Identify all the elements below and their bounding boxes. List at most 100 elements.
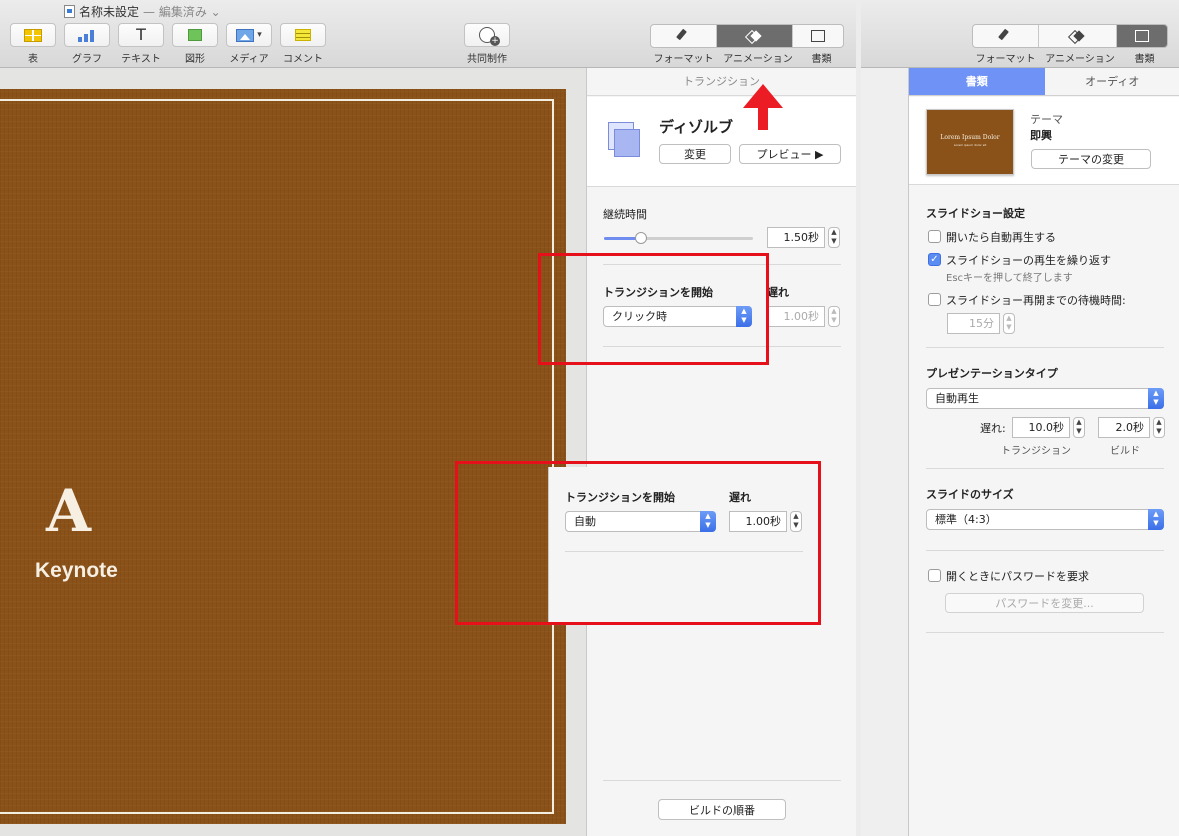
transition-caption: トランジション bbox=[1001, 446, 1071, 457]
slideshow-settings-label: スライドショー設定 bbox=[926, 207, 1025, 220]
chevron-down-icon: ▾ bbox=[257, 30, 262, 40]
animate-tab[interactable] bbox=[717, 25, 793, 47]
divider bbox=[926, 347, 1164, 348]
build-order-button[interactable]: ビルドの順番 bbox=[658, 799, 786, 820]
change-password-button[interactable]: パスワードを変更... bbox=[945, 593, 1144, 613]
inspector-header: トランジション bbox=[587, 68, 856, 96]
document-tab[interactable] bbox=[1116, 25, 1167, 47]
slide-size-value: 標準（4:3） bbox=[935, 513, 997, 526]
window-title: 名称未設定 — 編集済み ⌄ bbox=[64, 3, 221, 20]
comment-button[interactable] bbox=[280, 23, 326, 47]
chart-icon bbox=[78, 29, 96, 42]
document-tab[interactable] bbox=[793, 25, 843, 47]
animate-tab-label: アニメーション bbox=[1045, 54, 1115, 65]
format-tab-label: フォーマット bbox=[653, 54, 714, 65]
divider bbox=[926, 468, 1164, 469]
delay-field[interactable]: 1.00秒 bbox=[767, 306, 825, 327]
tab-audio[interactable]: オーディオ bbox=[1045, 68, 1179, 95]
loop-checkbox[interactable]: ✓ bbox=[928, 253, 941, 266]
keynote-window-left: 名称未設定 — 編集済み ⌄ 表 グラフ T テキスト 図形 ▾ メディア コメ… bbox=[0, 0, 856, 836]
document-view-icon bbox=[1134, 30, 1149, 42]
theme-block: Lorem Ipsum Dolor Lorem ipsum dolor sit … bbox=[909, 97, 1179, 185]
inspector-segmented-control bbox=[650, 24, 844, 48]
duration-slider[interactable] bbox=[604, 232, 753, 244]
text-button[interactable]: T bbox=[118, 23, 164, 47]
comment-icon bbox=[295, 29, 311, 41]
media-icon bbox=[236, 28, 255, 42]
edited-status[interactable]: — 編集済み ⌄ bbox=[143, 3, 221, 20]
format-tab[interactable] bbox=[651, 25, 718, 47]
document-name: 名称未設定 bbox=[79, 5, 140, 19]
animate-tab[interactable] bbox=[1039, 25, 1117, 47]
presentation-type-popup[interactable]: 自動再生 ▲ ▼ bbox=[926, 388, 1164, 409]
preview-button[interactable]: プレビュー ▶ bbox=[739, 144, 841, 164]
document-inspector: 書類 オーディオ Lorem Ipsum Dolor Lorem ipsum d… bbox=[908, 68, 1179, 836]
transition-delay-field[interactable]: 10.0秒 bbox=[1012, 417, 1070, 438]
password-checkbox[interactable] bbox=[928, 569, 941, 582]
collaborate-icon bbox=[479, 27, 500, 46]
slide-subtitle[interactable]: Keynote bbox=[35, 559, 118, 583]
popup-arrows-icon: ▲ ▼ bbox=[1148, 388, 1164, 409]
idle-restart-checkbox[interactable] bbox=[928, 293, 941, 306]
duration-field[interactable]: 1.50秒 bbox=[767, 227, 825, 248]
document-tab-label: 書類 bbox=[811, 54, 832, 65]
slide-size-popup[interactable]: 標準（4:3） ▲ ▼ bbox=[926, 509, 1164, 530]
slide-size-label: スライドのサイズ bbox=[926, 488, 1014, 501]
build-delay-stepper[interactable]: ▲ ▼ bbox=[1153, 417, 1165, 438]
document-icon bbox=[64, 5, 75, 18]
transition-delay-stepper[interactable]: ▲ ▼ bbox=[1073, 417, 1085, 438]
slide-frame-border bbox=[0, 99, 554, 814]
table-icon bbox=[24, 28, 42, 42]
transition-inspector: トランジション ディゾルブ 変更 プレビュー ▶ 継続時間 1.50秒 ▲ ▼ ト… bbox=[586, 68, 856, 836]
animate-icon bbox=[747, 29, 761, 43]
comment-label: コメント bbox=[283, 54, 323, 65]
paintbrush-icon bbox=[677, 29, 691, 43]
duration-stepper[interactable]: ▲ ▼ bbox=[828, 227, 840, 248]
text-icon: T bbox=[136, 25, 146, 44]
autoplay-label: 開いたら自動再生する bbox=[946, 231, 1056, 244]
highlight-box-auto bbox=[455, 461, 821, 625]
chart-button[interactable] bbox=[64, 23, 110, 47]
transition-effect-block: ディゾルブ 変更 プレビュー ▶ bbox=[587, 97, 856, 187]
idle-time-field[interactable]: 15分 bbox=[947, 313, 1000, 334]
document-tabs: 書類 オーディオ bbox=[909, 68, 1179, 96]
presentation-type-value: 自動再生 bbox=[935, 392, 979, 405]
idle-time-stepper[interactable]: ▲ ▼ bbox=[1003, 313, 1015, 334]
format-tab[interactable] bbox=[973, 25, 1040, 47]
password-label: 開くときにパスワードを要求 bbox=[946, 570, 1089, 583]
build-delay-field[interactable]: 2.0秒 bbox=[1098, 417, 1150, 438]
shape-button[interactable] bbox=[172, 23, 218, 47]
change-theme-button[interactable]: テーマの変更 bbox=[1031, 149, 1151, 169]
loop-label: スライドショーの再生を繰り返す bbox=[946, 254, 1111, 267]
collaborate-button[interactable] bbox=[464, 23, 510, 47]
change-transition-button[interactable]: 変更 bbox=[659, 144, 731, 164]
delay-colon-label: 遅れ: bbox=[980, 422, 1006, 435]
delay-stepper[interactable]: ▲ ▼ bbox=[828, 306, 840, 327]
theme-thumbnail-title: Lorem Ipsum Dolor bbox=[940, 134, 1000, 141]
slide-canvas: A Keynote bbox=[0, 68, 586, 836]
idle-restart-label: スライドショー再開までの待機時間: bbox=[946, 294, 1126, 307]
format-tab-label: フォーマット bbox=[975, 54, 1036, 65]
table-button[interactable] bbox=[10, 23, 56, 47]
right-inspector-segmented-control bbox=[972, 24, 1168, 48]
animate-tab-label: アニメーション bbox=[723, 54, 793, 65]
slide-title-letter[interactable]: A bbox=[46, 477, 91, 545]
shape-icon bbox=[188, 29, 202, 41]
duration-slider-knob[interactable] bbox=[635, 232, 648, 244]
tab-document[interactable]: 書類 bbox=[909, 68, 1045, 95]
autoplay-checkbox[interactable] bbox=[928, 230, 941, 243]
document-tab-label: 書類 bbox=[1134, 54, 1155, 65]
highlight-box-click bbox=[538, 253, 769, 365]
divider bbox=[603, 780, 841, 781]
right-toolbar: フォーマット アニメーション 書類 bbox=[861, 0, 1179, 68]
dissolve-icon bbox=[608, 122, 640, 157]
theme-thumbnail: Lorem Ipsum Dolor Lorem ipsum dolor sit bbox=[926, 109, 1014, 175]
media-button[interactable]: ▾ bbox=[226, 23, 272, 47]
build-caption: ビルド bbox=[1110, 446, 1140, 457]
divider bbox=[926, 550, 1164, 551]
loop-note: Escキーを押して終了します bbox=[946, 273, 1073, 284]
popup-arrows-icon: ▲ ▼ bbox=[1148, 509, 1164, 530]
slide[interactable]: A Keynote bbox=[0, 89, 566, 824]
transition-effect-name: ディゾルブ bbox=[659, 118, 733, 136]
document-view-icon bbox=[810, 30, 825, 42]
